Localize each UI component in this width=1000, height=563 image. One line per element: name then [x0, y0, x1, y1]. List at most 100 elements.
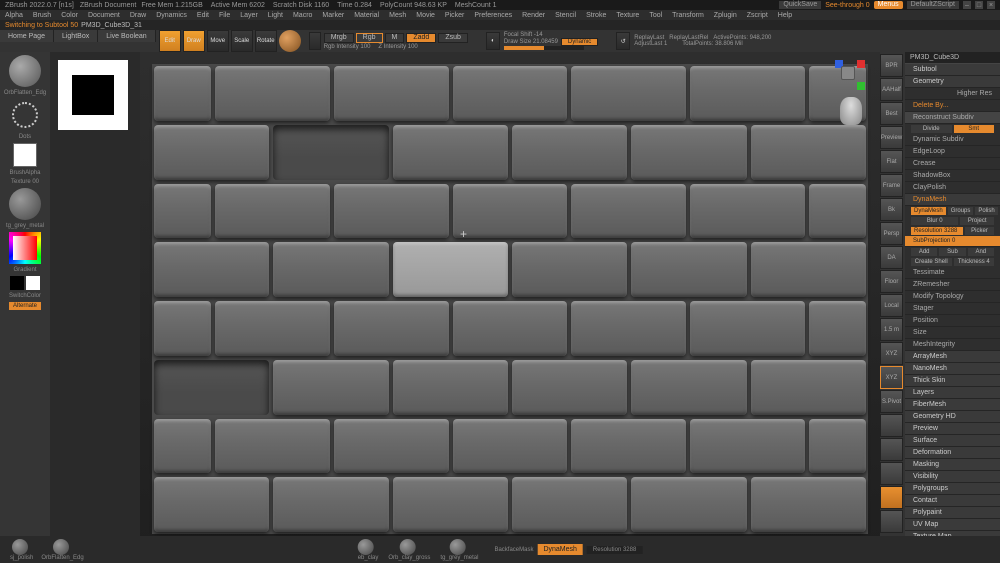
menu-color[interactable]: Color — [61, 12, 78, 19]
menu-stencil[interactable]: Stencil — [555, 12, 576, 19]
acc-masking[interactable]: Masking — [905, 459, 1000, 471]
acc-contact[interactable]: Contact — [905, 495, 1000, 507]
bottom-mat1[interactable] — [12, 539, 28, 555]
menu-tool[interactable]: Tool — [649, 12, 662, 19]
menu-light[interactable]: Light — [268, 12, 283, 19]
groups-button[interactable]: Groups — [948, 207, 974, 215]
position-item[interactable]: Position — [905, 315, 1000, 327]
move-mode-button[interactable]: Move — [207, 30, 229, 52]
menu-layer[interactable]: Layer — [240, 12, 258, 19]
replay-icon[interactable]: ↺ — [616, 32, 630, 50]
rgb-button[interactable]: Rgb — [356, 33, 383, 43]
gizmo3d-button[interactable] — [279, 30, 301, 52]
menu-file[interactable]: File — [219, 12, 230, 19]
tab-liveboolean[interactable]: Live Boolean — [98, 30, 155, 42]
stroke-picker[interactable] — [9, 99, 41, 131]
axis-gizmo[interactable] — [835, 60, 865, 90]
close-button[interactable]: × — [987, 1, 995, 9]
viewport[interactable]: + — [140, 52, 880, 546]
zremesher-item[interactable]: ZRemesher — [905, 279, 1000, 291]
acc-layers[interactable]: Layers — [905, 387, 1000, 399]
divide-button[interactable]: Divide — [911, 125, 952, 133]
zadd-button[interactable]: Zadd — [406, 33, 436, 43]
menu-render[interactable]: Render — [522, 12, 545, 19]
m-button[interactable]: M — [385, 33, 405, 43]
ricon-scale[interactable]: 1.5 m — [880, 318, 903, 341]
ricon-extra2[interactable] — [880, 438, 903, 461]
brush-picker[interactable] — [9, 55, 41, 87]
shadowbox-item[interactable]: ShadowBox — [905, 170, 1000, 182]
draw-mode-button[interactable]: Draw — [183, 30, 205, 52]
dynamic-button[interactable]: Dynamic — [561, 38, 598, 46]
alpha-preview[interactable] — [58, 60, 128, 130]
ricon-extra4[interactable] — [880, 486, 903, 509]
acc-surface[interactable]: Surface — [905, 435, 1000, 447]
zsub-button[interactable]: Zsub — [438, 33, 468, 43]
stager-item[interactable]: Stager — [905, 303, 1000, 315]
menu-picker[interactable]: Picker — [445, 12, 464, 19]
menu-movie[interactable]: Movie — [416, 12, 435, 19]
scale-mode-button[interactable]: Scale — [231, 30, 253, 52]
picker-button[interactable]: Picker — [965, 227, 994, 235]
project-button[interactable]: Project — [960, 217, 994, 225]
bottom-resolution-slider[interactable]: Resolution 3288 — [587, 546, 642, 554]
dynamesh-button[interactable]: DynaMesh — [911, 207, 946, 215]
size-item[interactable]: Size — [905, 327, 1000, 339]
menu-document[interactable]: Document — [88, 12, 120, 19]
ricon-spivot[interactable]: S.Pivot — [880, 390, 903, 413]
center-mat3[interactable] — [449, 539, 465, 555]
defaultscript-button[interactable]: DefaultZScript — [907, 1, 959, 9]
acc-uvmap[interactable]: UV Map — [905, 519, 1000, 531]
center-mat2[interactable] — [399, 539, 415, 555]
bottom-dynamesh-button[interactable]: DynaMesh — [537, 544, 582, 555]
menu-dynamics[interactable]: Dynamics — [156, 12, 187, 19]
gradient-label[interactable]: Gradient — [13, 267, 36, 273]
menu-zscript[interactable]: Zscript — [747, 12, 768, 19]
material-picker[interactable] — [9, 188, 41, 220]
drawsize-bar[interactable] — [504, 46, 584, 50]
blur-slider[interactable]: Blur 0 — [911, 217, 958, 225]
center-mat1[interactable] — [358, 539, 374, 555]
sculptris-toggle[interactable] — [309, 32, 321, 50]
rotate-mode-button[interactable]: Rotate — [255, 30, 277, 52]
geometry-section[interactable]: Geometry — [905, 76, 1000, 88]
tessimate-item[interactable]: Tessimate — [905, 267, 1000, 279]
draw-size-slider[interactable]: Draw Size 21.08459 — [504, 39, 558, 45]
crease-item[interactable]: Crease — [905, 158, 1000, 170]
dynamesh-section[interactable]: DynaMesh — [905, 194, 1000, 206]
ricon-floor[interactable]: Floor — [880, 270, 903, 293]
color-picker[interactable] — [9, 232, 41, 264]
alternate-button[interactable]: Alternate — [9, 302, 41, 310]
acc-fibermesh[interactable]: FiberMesh — [905, 399, 1000, 411]
switchcolor-button[interactable]: SwitchColor — [9, 293, 41, 299]
menu-texture[interactable]: Texture — [616, 12, 639, 19]
dynsubdiv-item[interactable]: Dynamic Subdiv — [905, 134, 1000, 146]
menu-stroke[interactable]: Stroke — [586, 12, 606, 19]
ricon-preview[interactable]: Preview — [880, 126, 903, 149]
mrgb-button[interactable]: Mrgb — [324, 33, 354, 43]
meshintegrity-item[interactable]: MeshIntegrity — [905, 339, 1000, 351]
subtool-section[interactable]: Subtool — [905, 64, 1000, 76]
ricon-aahalf[interactable]: AAHalf — [880, 78, 903, 101]
edgeloop-item[interactable]: EdgeLoop — [905, 146, 1000, 158]
color-swatches[interactable] — [10, 276, 40, 290]
acc-thickskin[interactable]: Thick Skin — [905, 375, 1000, 387]
acc-geometryhd[interactable]: Geometry HD — [905, 411, 1000, 423]
focal-icon[interactable]: ◐ — [486, 32, 500, 50]
alpha-picker[interactable] — [13, 143, 37, 167]
acc-visibility[interactable]: Visibility — [905, 471, 1000, 483]
ricon-extra1[interactable] — [880, 414, 903, 437]
resolution-slider[interactable]: Resolution 3288 — [911, 227, 963, 235]
modifytopo-item[interactable]: Modify Topology — [905, 291, 1000, 303]
thickness-slider[interactable]: Thickness 4 — [954, 258, 995, 266]
maximize-button[interactable]: □ — [975, 1, 983, 9]
ricon-bpr[interactable]: BPR — [880, 54, 903, 77]
rgb-intensity-label[interactable]: Rgb Intensity 100 — [324, 44, 371, 50]
ricon-frame[interactable]: Frame — [880, 174, 903, 197]
ricon-extra5[interactable] — [880, 510, 903, 533]
acc-polygroups[interactable]: Polygroups — [905, 483, 1000, 495]
menu-draw[interactable]: Draw — [130, 12, 146, 19]
ricon-extra3[interactable] — [880, 462, 903, 485]
menus-button[interactable]: Menus — [874, 1, 903, 9]
backfacemask-button[interactable]: BackfaceMask — [494, 547, 533, 553]
